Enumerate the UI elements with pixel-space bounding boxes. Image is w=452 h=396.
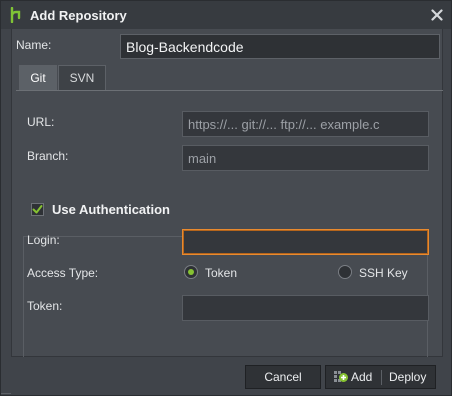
tab-git[interactable]: Git	[19, 65, 57, 91]
add-icon	[334, 371, 348, 382]
add-repository-dialog: Add Repository Name: Git SVN URL: Branch…	[0, 0, 452, 396]
add-button-label: Add	[351, 370, 373, 384]
tab-svn-label: SVN	[69, 71, 95, 85]
checkmark-icon	[32, 205, 43, 214]
token-label: Token:	[27, 299, 63, 313]
close-icon[interactable]	[431, 9, 443, 21]
login-input[interactable]	[182, 229, 429, 255]
branch-label: Branch:	[27, 149, 69, 163]
tab-svn[interactable]: SVN	[58, 65, 106, 91]
ssh-key-option-label: SSH Key	[359, 266, 408, 280]
form-panel: Name: Git SVN URL: Branch: Use Authentic…	[11, 29, 443, 371]
url-label: URL:	[27, 115, 55, 129]
ssh-key-radio[interactable]	[338, 265, 352, 279]
auth-legend: Use Authentication	[25, 200, 195, 220]
name-input[interactable]	[120, 34, 440, 59]
token-radio[interactable]	[184, 265, 198, 279]
url-input[interactable]	[182, 111, 429, 137]
branch-icon	[10, 7, 21, 23]
use-authentication-checkbox[interactable]	[31, 203, 44, 216]
button-divider	[381, 370, 382, 385]
login-label: Login:	[27, 233, 60, 247]
token-input[interactable]	[182, 295, 429, 321]
use-authentication-label: Use Authentication	[52, 202, 170, 217]
dialog-title: Add Repository	[30, 8, 127, 23]
access-type-label: Access Type:	[27, 266, 99, 280]
tabs-divider	[16, 90, 443, 91]
cancel-button-label: Cancel	[264, 370, 302, 384]
branch-input[interactable]	[182, 145, 429, 171]
tab-git-label: Git	[30, 71, 46, 85]
deploy-button-label[interactable]: Deploy	[389, 366, 426, 388]
name-label: Name:	[16, 38, 52, 52]
cancel-button[interactable]: Cancel	[245, 365, 321, 389]
title-bar: Add Repository	[1, 1, 451, 29]
footer-accent-line	[1, 393, 11, 394]
dialog-footer: Cancel Add Deploy	[1, 357, 451, 395]
token-option-label: Token	[205, 266, 238, 280]
add-deploy-button[interactable]: Add Deploy	[325, 365, 436, 389]
